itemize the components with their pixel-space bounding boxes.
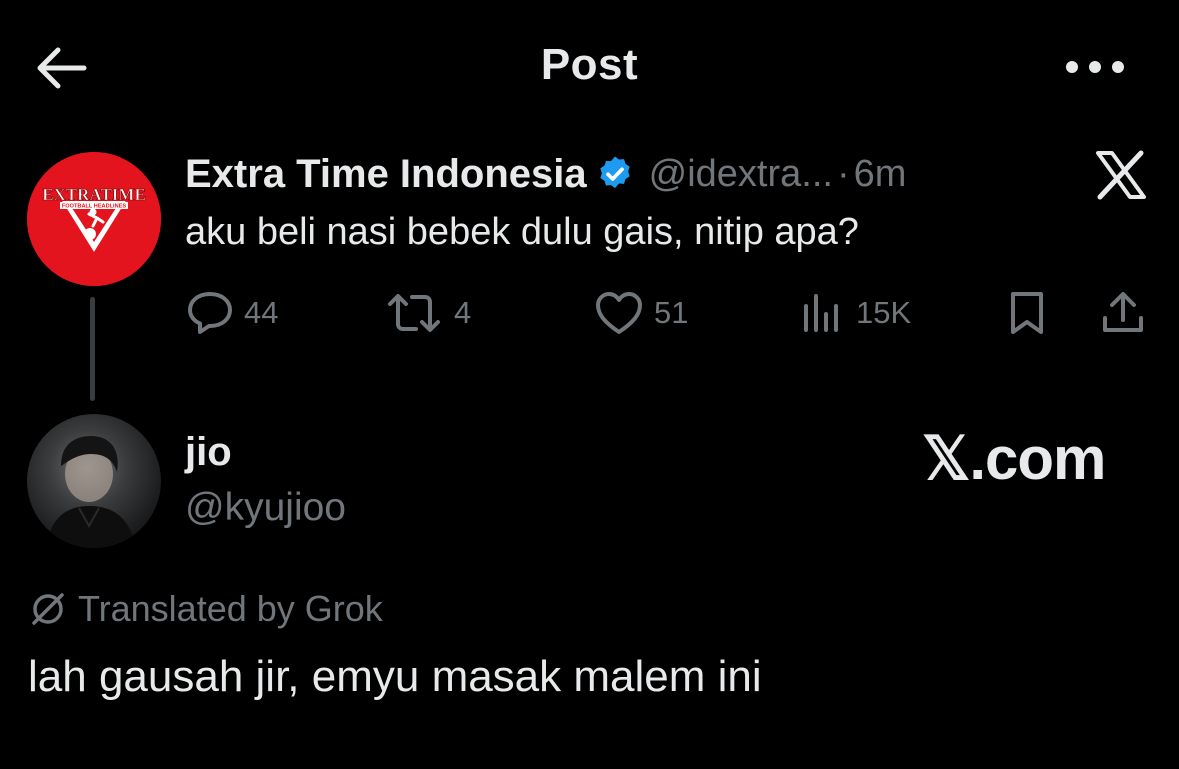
svg-text:FOOTBALL HEADLINES: FOOTBALL HEADLINES: [62, 204, 126, 210]
tweet-text: aku beli nasi bebek dulu gais, nitip apa…: [185, 211, 859, 253]
reply-author-name[interactable]: jio: [185, 430, 232, 475]
reply-count: 44: [244, 295, 279, 330]
reply-icon: [188, 292, 232, 334]
bookmark-icon: [1011, 292, 1043, 334]
x-logo-icon: [1094, 150, 1148, 200]
translation-notice[interactable]: Translated by Grok: [28, 588, 383, 630]
views-button[interactable]: 15K: [800, 290, 911, 336]
tweet-author-row: Extra Time Indonesia @idextra... · 6m: [185, 148, 906, 200]
author-name[interactable]: Extra Time Indonesia: [185, 152, 587, 197]
thread-connector-line: [90, 297, 95, 401]
reply-author-avatar[interactable]: [27, 414, 161, 548]
like-count: 51: [654, 295, 689, 330]
reply-text: lah gausah jir, emyu masak malem ini: [28, 652, 762, 701]
more-options-button[interactable]: [1062, 52, 1128, 82]
bookmark-button[interactable]: [1005, 290, 1049, 336]
svg-text:EXTRATIME: EXTRATIME: [42, 185, 146, 204]
view-count: 15K: [856, 295, 912, 330]
repost-count: 4: [454, 295, 472, 330]
grok-icon: [32, 593, 64, 625]
bar-chart-icon: [804, 294, 838, 332]
more-horizontal-icon: [1066, 61, 1124, 73]
reply-author-handle[interactable]: @kyujioo: [185, 486, 346, 530]
tweet-timestamp[interactable]: 6m: [854, 153, 907, 196]
extratime-logo: EXTRATIME FOOTBALL HEADLINES: [27, 152, 161, 286]
share-button[interactable]: [1099, 290, 1147, 336]
translated-by-label: Translated by Grok: [78, 588, 383, 629]
repost-icon: [388, 294, 440, 332]
person-silhouette: [47, 436, 135, 548]
author-avatar[interactable]: EXTRATIME FOOTBALL HEADLINES: [27, 152, 161, 286]
like-button[interactable]: 51: [594, 290, 688, 336]
page-title: Post: [540, 40, 639, 89]
x-com-watermark: 𝕏.com: [922, 425, 1106, 492]
separator-dot: ·: [836, 152, 850, 195]
author-handle[interactable]: @idextra...: [649, 153, 833, 196]
reply-button[interactable]: 44: [186, 290, 278, 336]
share-icon: [1103, 292, 1143, 332]
heart-icon: [596, 292, 642, 334]
verified-badge-icon: [599, 156, 630, 189]
repost-button[interactable]: 4: [384, 290, 471, 336]
